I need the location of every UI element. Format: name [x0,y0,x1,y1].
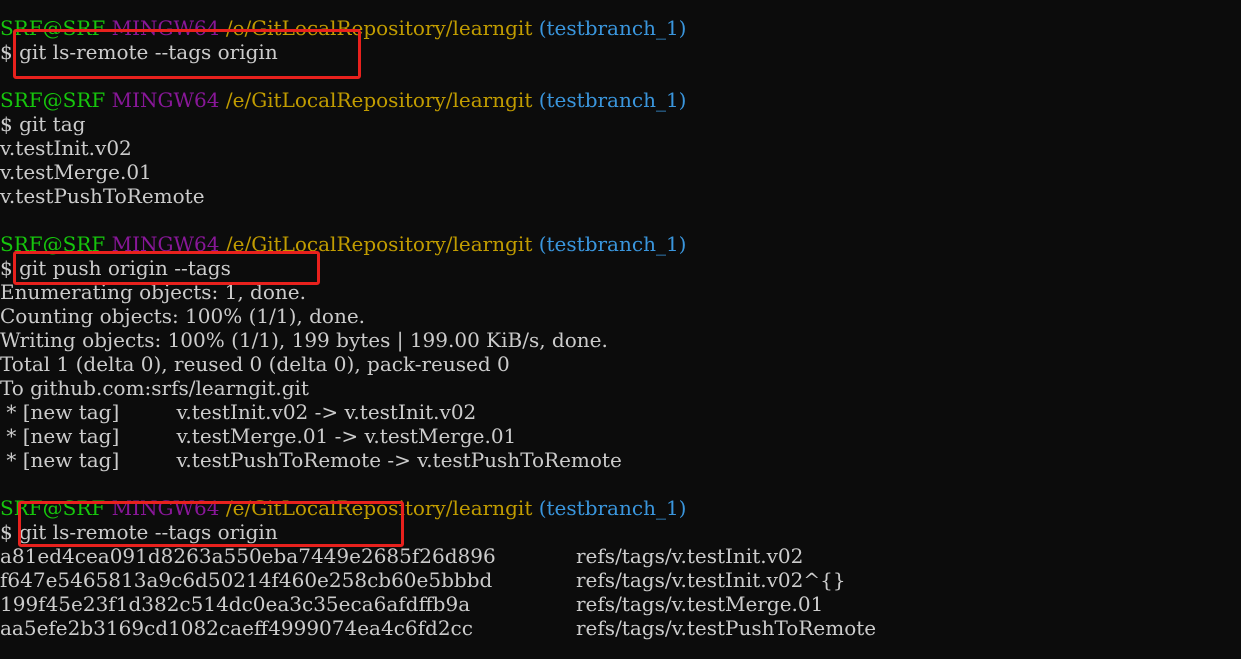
output-line: * [new tag] v.testMerge.01 -> v.testMerg… [0,424,517,448]
output-line: v.testInit.v02 [0,136,132,160]
ref-line: f647e5465813a9c6d50214f460e258cb60e5bbbd… [0,568,1241,592]
prompt-branch: (testbranch_1) [538,232,687,256]
output-line: Total 1 (delta 0), reused 0 (delta 0), p… [0,352,510,376]
ref-name: refs/tags/v.testInit.v02^{} [576,568,846,592]
prompt-path: /e/GitLocalRepository/learngit [225,88,533,112]
ref-line: 199f45e23f1d382c514dc0ea3c35eca6afdffb9a… [0,592,1241,616]
ref-name: refs/tags/v.testMerge.01 [576,592,824,616]
ref-hash: f647e5465813a9c6d50214f460e258cb60e5bbbd [0,568,493,592]
ref-line: a81ed4cea091d8263a550eba7449e2685f26d896… [0,544,1241,568]
ref-hash: a81ed4cea091d8263a550eba7449e2685f26d896 [0,544,496,568]
command-highlight-box [13,251,320,285]
output-line: v.testMerge.01 [0,160,152,184]
output-line: v.testPushToRemote [0,184,205,208]
output-line: * [new tag] v.testPushToRemote -> v.test… [0,448,622,472]
prompt-branch: (testbranch_1) [538,16,687,40]
command-highlight-box [18,501,404,547]
prompt-branch: (testbranch_1) [538,88,687,112]
command-highlight-box [13,29,361,79]
output-line: Writing objects: 100% (1/1), 199 bytes |… [0,328,608,352]
prompt-user: SRF@SRF [0,88,106,112]
ref-hash: 199f45e23f1d382c514dc0ea3c35eca6afdffb9a [0,592,471,616]
ref-name: refs/tags/v.testPushToRemote [576,616,877,640]
output-line: Counting objects: 100% (1/1), done. [0,304,366,328]
prompt-branch: (testbranch_1) [538,496,687,520]
command-line: $ git tag [0,112,86,136]
ref-hash: aa5efe2b3169cd1082caeff4999074ea4c6fd2cc [0,616,473,640]
output-line: * [new tag] v.testInit.v02 -> v.testInit… [0,400,477,424]
prompt-line: SRF@SRF MINGW64 /e/GitLocalRepository/le… [0,88,1241,112]
ref-line: aa5efe2b3169cd1082caeff4999074ea4c6fd2cc… [0,616,1241,640]
prompt-system: MINGW64 [111,88,220,112]
output-line: To github.com:srfs/learngit.git [0,376,309,400]
ref-name: refs/tags/v.testInit.v02 [576,544,804,568]
